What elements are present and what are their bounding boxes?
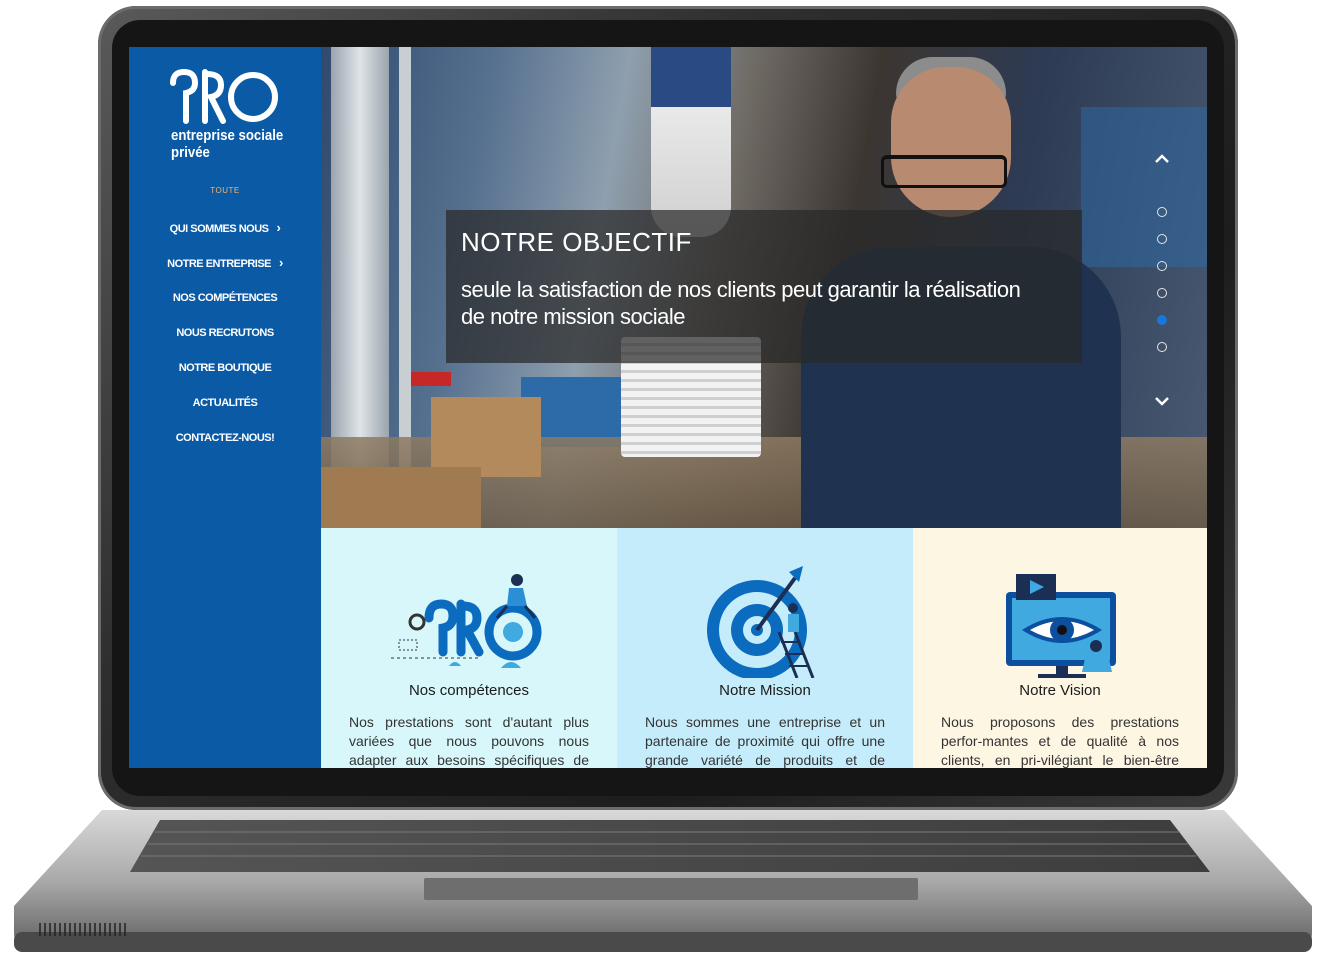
target-illustration-icon: [707, 566, 815, 678]
slider-dot-1[interactable]: [1157, 207, 1167, 217]
chevron-right-icon: ›: [279, 255, 283, 270]
logo[interactable]: [169, 68, 281, 136]
laptop-base: [14, 810, 1312, 952]
hero-subtitle: seule la satisfaction de nos clients peu…: [461, 277, 1021, 329]
slider-dot-6[interactable]: [1157, 342, 1167, 352]
nav-label: NOS COMPÉTENCES: [172, 292, 278, 304]
card-text: Nos prestations sont d'autant plus varié…: [349, 714, 589, 768]
chevron-down-icon[interactable]: [1152, 391, 1172, 410]
logo-tagline-2: privée: [171, 144, 210, 161]
nav-label: CONTACTEZ-NOUS!: [175, 432, 275, 444]
slider-dot-4[interactable]: [1157, 288, 1167, 298]
hero-photo-worker: [891, 67, 1011, 217]
card-text: Nous proposons des prestations perfor-ma…: [941, 714, 1179, 768]
nav-actualites[interactable]: ACTUALITÉS: [129, 394, 321, 429]
card-title: Nos compétences: [408, 682, 530, 699]
main-nav: QUI SOMMES NOUS › NOTRE ENTREPRISE › NOS C…: [129, 219, 321, 464]
hero-photo-worker: [881, 155, 1007, 188]
card-title: Notre Vision: [1019, 682, 1101, 699]
website-screen: entreprise sociale privée TOUTE QUI SOMM…: [129, 47, 1207, 768]
pro-logo-icon: [170, 68, 278, 124]
eye-monitor-illustration-icon: [1006, 574, 1116, 678]
sidebar: entreprise sociale privée TOUTE QUI SOMM…: [129, 47, 321, 768]
slider-nav: [1152, 154, 1172, 415]
card-mission[interactable]: Notre Mission Nous sommes une entreprise…: [617, 528, 913, 768]
hero-photo-box: [321, 467, 481, 528]
card-vision[interactable]: Notre Vision Nous proposons des prestati…: [913, 528, 1207, 768]
card-competences[interactable]: Nos compétences Nos prestations sont d'a…: [321, 528, 617, 768]
hero-photo-lift: [651, 47, 731, 237]
nav-label: ACTUALITÉS: [192, 397, 258, 409]
slider-dot-5[interactable]: [1157, 315, 1167, 325]
nav-qui-sommes-nous[interactable]: QUI SOMMES NOUS ›: [129, 219, 321, 254]
chevron-up-icon[interactable]: [1152, 149, 1172, 168]
card-title: Notre Mission: [719, 682, 811, 699]
nav-notre-entreprise[interactable]: NOTRE ENTREPRISE ›: [129, 254, 321, 289]
hero-photo-shelf: [1081, 107, 1207, 267]
feature-cards: Nos compétences Nos prestations sont d'a…: [321, 528, 1207, 768]
card-text: Nous sommes une entreprise et un partena…: [645, 714, 885, 768]
nav-label: NOTRE BOUTIQUE: [178, 362, 272, 374]
nav-contactez-nous[interactable]: CONTACTEZ-NOUS!: [129, 429, 321, 464]
nav-nous-recrutons[interactable]: NOUS RECRUTONS: [129, 324, 321, 359]
nav-label: NOTRE ENTREPRISE: [167, 258, 271, 270]
hero-photo-box: [431, 397, 541, 477]
nav-notre-boutique[interactable]: NOTRE BOUTIQUE: [129, 359, 321, 394]
slider-dot-2[interactable]: [1157, 234, 1167, 244]
hero-photo-box: [411, 372, 451, 386]
slider-dot-3[interactable]: [1157, 261, 1167, 271]
nav-label: QUI SOMMES NOUS: [169, 223, 269, 235]
nav-label: NOUS RECRUTONS: [176, 327, 274, 339]
filter-toute[interactable]: TOUTE: [129, 186, 321, 195]
logo-tagline-1: entreprise sociale: [171, 127, 284, 144]
chevron-right-icon: ›: [276, 220, 281, 235]
pro-skills-illustration-icon: [391, 574, 542, 668]
hero-slider: NOTRE OBJECTIF seule la satisfaction de …: [321, 47, 1207, 528]
nav-nos-competences[interactable]: NOS COMPÉTENCES: [129, 289, 321, 324]
hero-title: NOTRE OBJECTIF: [461, 227, 692, 257]
